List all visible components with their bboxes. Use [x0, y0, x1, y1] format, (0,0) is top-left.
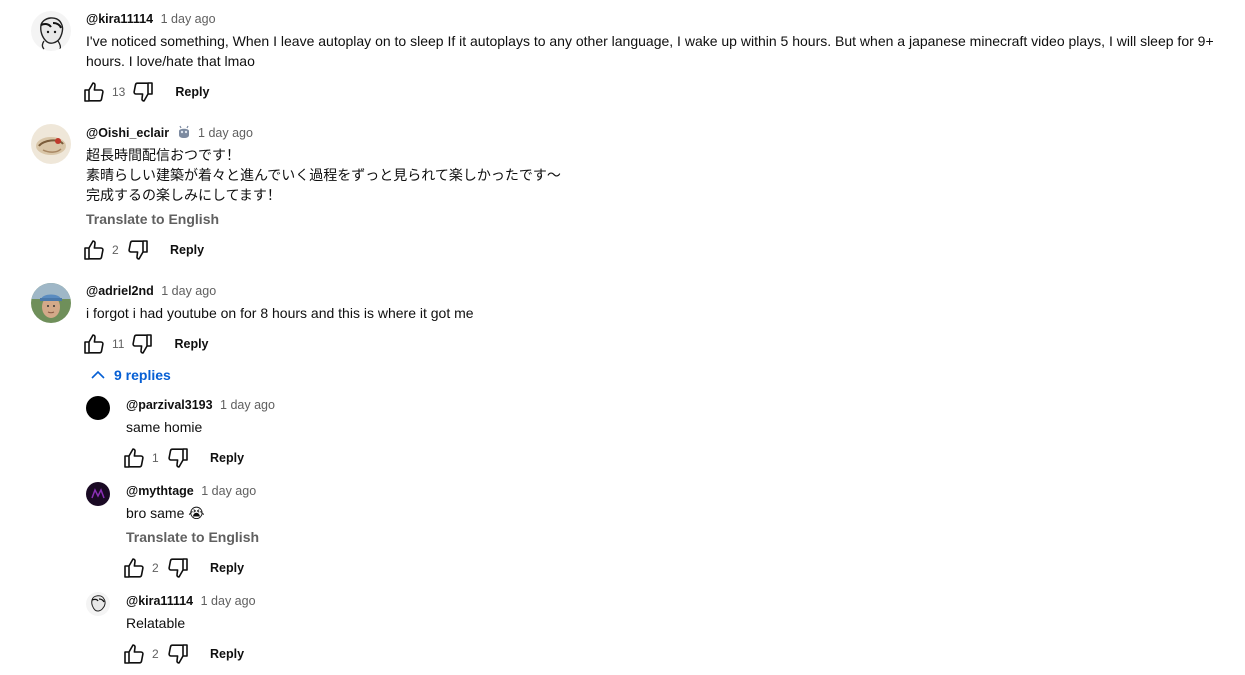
- comment-header: @parzival3193 1 day ago: [126, 397, 275, 413]
- avatar-image: [31, 124, 71, 164]
- comment-author[interactable]: @kira11114: [126, 594, 193, 608]
- thumb-down-icon: [126, 238, 150, 262]
- comment-text-line: i forgot i had youtube on for 8 hours an…: [86, 305, 474, 321]
- reply-button[interactable]: Reply: [175, 85, 209, 99]
- like-button[interactable]: [122, 556, 146, 580]
- comment-author[interactable]: @kira11114: [86, 12, 153, 26]
- dislike-button[interactable]: [166, 642, 190, 666]
- like-count: 11: [112, 337, 125, 351]
- thumb-down-icon: [166, 446, 190, 470]
- like-count: 13: [112, 85, 126, 99]
- dislike-button[interactable]: [166, 446, 190, 470]
- like-count: 1: [152, 451, 159, 465]
- thumb-up-icon: [122, 556, 146, 580]
- thumb-down-icon: [166, 556, 190, 580]
- comment-text: I've noticed something, When I leave aut…: [86, 31, 1226, 71]
- translate-button[interactable]: Translate to English: [86, 209, 219, 229]
- dislike-button[interactable]: [126, 238, 150, 262]
- comment-text-line: hours. I love/hate that lmao: [86, 53, 255, 69]
- comment-time[interactable]: 1 day ago: [201, 594, 256, 608]
- comment-text-line: 超長時間配信おつです！: [86, 147, 240, 163]
- thumb-down-icon: [166, 642, 190, 666]
- avatar[interactable]: [86, 592, 110, 616]
- comment-author[interactable]: @adriel2nd: [86, 284, 154, 298]
- comment-time[interactable]: 1 day ago: [161, 12, 216, 26]
- replies-count-label: 9 replies: [114, 367, 171, 383]
- comment-text: Relatable: [126, 615, 186, 631]
- reply-button[interactable]: Reply: [210, 647, 244, 661]
- comment-actions: 2 Reply: [82, 238, 204, 262]
- comment-actions: 2 Reply: [122, 642, 244, 666]
- dislike-button[interactable]: [166, 556, 190, 580]
- reply-button[interactable]: Reply: [174, 337, 208, 351]
- dislike-button[interactable]: [130, 332, 154, 356]
- comment-time[interactable]: 1 day ago: [220, 398, 275, 412]
- avatar[interactable]: [31, 283, 71, 323]
- avatar[interactable]: [31, 124, 71, 164]
- like-count: 2: [152, 561, 159, 575]
- member-badge-icon: [178, 125, 189, 138]
- comment-text: same homie: [126, 419, 203, 435]
- thumb-up-icon: [122, 642, 146, 666]
- comment-text-line: 完成するの楽しみにしてます！: [86, 187, 281, 203]
- comment-author[interactable]: @mythtage: [126, 484, 194, 498]
- avatar-image: [31, 283, 71, 323]
- comment-header: @adriel2nd 1 day ago: [86, 283, 216, 299]
- comment-text: 超長時間配信おつです！ 素晴らしい建築が着々と進んでいく過程をずっと見られて楽し…: [86, 145, 1226, 205]
- comment-text-line: I've noticed something, When I leave aut…: [86, 33, 1214, 49]
- thumb-up-icon: [82, 238, 106, 262]
- comment-actions: 2 Reply: [122, 556, 244, 580]
- reply-button[interactable]: Reply: [170, 243, 204, 257]
- avatar[interactable]: [86, 396, 110, 420]
- avatar[interactable]: [31, 11, 71, 51]
- comment-actions: 13 Reply: [82, 80, 209, 104]
- like-button[interactable]: [82, 332, 106, 356]
- avatar-image: [86, 482, 110, 506]
- translate-button[interactable]: Translate to English: [126, 527, 259, 547]
- avatar[interactable]: [86, 482, 110, 506]
- thumb-down-icon: [131, 80, 155, 104]
- comment-author[interactable]: @parzival3193: [126, 398, 213, 412]
- comment-text: bro same 😭: [126, 505, 205, 521]
- like-count: 2: [152, 647, 159, 661]
- like-button[interactable]: [122, 446, 146, 470]
- reply-button[interactable]: Reply: [210, 561, 244, 575]
- avatar-image: [31, 11, 71, 51]
- comment-header: @mythtage 1 day ago: [126, 483, 256, 499]
- thumb-up-icon: [122, 446, 146, 470]
- replies-toggle-button[interactable]: 9 replies: [90, 367, 171, 383]
- comment-actions: 1 Reply: [122, 446, 244, 470]
- comment-time[interactable]: 1 day ago: [201, 484, 256, 498]
- reply-button[interactable]: Reply: [210, 451, 244, 465]
- dislike-button[interactable]: [131, 80, 155, 104]
- chevron-up-icon: [91, 370, 105, 379]
- comment-text-line: 素晴らしい建築が着々と進んでいく過程をずっと見られて楽しかったです〜: [86, 167, 561, 183]
- comment-author[interactable]: @Oishi_eclair: [86, 126, 169, 140]
- comment-header: @kira11114 1 day ago: [126, 593, 256, 609]
- comment-time[interactable]: 1 day ago: [161, 284, 216, 298]
- thumb-down-icon: [130, 332, 154, 356]
- like-count: 2: [112, 243, 119, 257]
- avatar-image: [86, 592, 110, 616]
- comment-time[interactable]: 1 day ago: [198, 126, 253, 140]
- comment-header: @Oishi_eclair 1 day ago: [86, 125, 253, 141]
- comment-actions: 11 Reply: [82, 332, 209, 356]
- like-button[interactable]: [82, 238, 106, 262]
- thumb-up-icon: [82, 332, 106, 356]
- comment-text: i forgot i had youtube on for 8 hours an…: [86, 303, 1226, 323]
- thumb-up-icon: [82, 80, 106, 104]
- like-button[interactable]: [82, 80, 106, 104]
- comment-header: @kira11114 1 day ago: [86, 11, 216, 27]
- like-button[interactable]: [122, 642, 146, 666]
